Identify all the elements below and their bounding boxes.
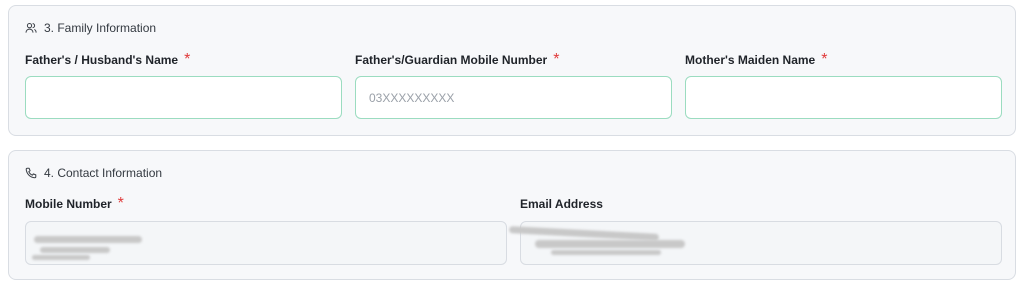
required-marker: * <box>117 195 124 212</box>
family-section-header: 3. Family Information <box>25 21 156 35</box>
guardian-mobile-label: Father's/Guardian Mobile Number * <box>355 51 560 68</box>
family-information-section: 3. Family Information Father's / Husband… <box>8 5 1016 136</box>
contact-information-section: 4. Contact Information Mobile Number * Em… <box>8 150 1016 280</box>
redacted-value <box>32 255 90 260</box>
contact-section-header: 4. Contact Information <box>25 166 162 180</box>
required-marker: * <box>184 51 191 68</box>
mothers-maiden-name-label: Mother's Maiden Name * <box>685 51 828 68</box>
contact-section-title: 4. Contact Information <box>44 166 163 180</box>
mothers-maiden-name-input[interactable] <box>685 76 1002 119</box>
redacted-value <box>34 236 142 243</box>
redacted-value <box>40 247 110 253</box>
redacted-value <box>535 240 685 248</box>
fathers-name-label: Father's / Husband's Name * <box>25 51 191 68</box>
required-marker: * <box>553 51 560 68</box>
redacted-value <box>551 250 661 255</box>
family-section-title: 3. Family Information <box>44 21 157 35</box>
redacted-value <box>508 226 660 241</box>
required-marker: * <box>821 51 828 68</box>
mobile-number-input[interactable] <box>25 221 507 265</box>
phone-icon <box>25 167 37 179</box>
email-address-input[interactable] <box>508 221 1002 265</box>
fathers-name-input[interactable] <box>25 76 342 119</box>
email-address-label: Email Address <box>520 197 603 211</box>
mobile-number-label: Mobile Number * <box>25 195 124 212</box>
guardian-mobile-input[interactable] <box>355 76 672 119</box>
users-icon <box>25 22 37 34</box>
